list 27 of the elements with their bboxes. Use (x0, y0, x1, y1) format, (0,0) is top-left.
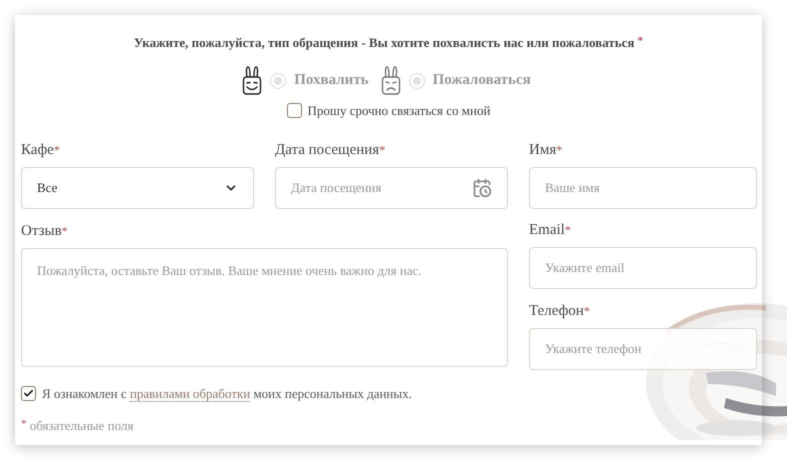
check-icon (23, 388, 34, 400)
checkbox[interactable] (286, 102, 302, 118)
field-label: Дата посещения* (275, 141, 386, 160)
field-label: Телефон* (529, 302, 590, 321)
radio-button[interactable] (270, 72, 286, 88)
select-field[interactable]: Все (21, 167, 254, 209)
privacy-link[interactable]: правилами обработки (130, 386, 250, 402)
input-field[interactable]: Укажите email (529, 247, 757, 289)
input-field[interactable]: Укажите телефон (529, 328, 757, 370)
field-label: Email* (529, 221, 571, 240)
input-field[interactable]: Ваше имя (529, 167, 757, 209)
frowning-bunny-icon (380, 66, 401, 96)
field-label: Кафе* (21, 141, 60, 160)
smiling-bunny-icon (242, 66, 262, 96)
date-field[interactable]: Дата посещения (275, 167, 508, 209)
radio-label[interactable]: Похвалить (294, 69, 369, 92)
required-fields-note: * обязательные поля (21, 416, 134, 434)
field-label: Имя* (529, 141, 562, 160)
radio-label[interactable]: Пожаловаться (432, 69, 531, 92)
consent-text: Я ознакомлен с правилами обработки моих персональных данных. (42, 385, 412, 404)
calendar-clock-icon[interactable] (472, 178, 492, 198)
radio-button[interactable] (408, 72, 425, 88)
checkbox[interactable] (21, 386, 36, 402)
form-question: Укажите, пожалуйста, тип обращения - Вы хотите похвалисть нас или пожаловаться * (134, 34, 644, 52)
checkbox-label[interactable]: Прошу срочно связаться со мной (308, 100, 490, 120)
textarea-field[interactable]: Пожалуйста, оставьте Ваш отзыв. Ваше мнение очень важно для нас. (21, 248, 508, 367)
field-label: Отзыв* (21, 222, 68, 241)
